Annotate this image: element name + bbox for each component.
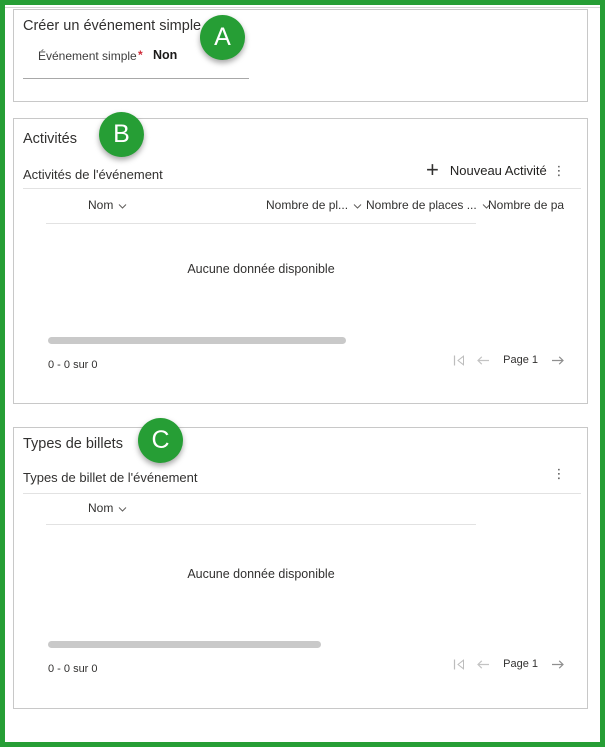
column-header-nom[interactable]: Nom <box>88 198 127 212</box>
annotation-badge-b: B <box>99 112 144 157</box>
empty-grid-message: Aucune donnée disponible <box>46 262 476 276</box>
section-title-ticket-types: Types de billets <box>23 436 123 452</box>
column-header-nombre-de-places[interactable]: Nombre de places ... <box>366 198 491 212</box>
horizontal-scrollbar[interactable] <box>48 641 321 648</box>
column-header-nom[interactable]: Nom <box>88 501 127 515</box>
column-header-nombre-de-par[interactable]: Nombre de par <box>488 198 564 212</box>
more-commands-icon[interactable]: ⋮ <box>552 467 566 483</box>
grid-row-divider <box>46 223 476 224</box>
subgrid-title-activities: Activités de l'événement <box>23 167 163 182</box>
column-label: Nombre de places ... <box>366 198 477 212</box>
first-page-icon[interactable] <box>452 355 465 366</box>
new-activity-button-label: Nouveau Activité <box>450 163 547 178</box>
field-underline <box>23 78 249 79</box>
chevron-down-icon <box>353 204 362 209</box>
chevron-down-icon <box>118 204 127 209</box>
page-number-label: Page 1 <box>501 658 540 670</box>
page-number-label: Page 1 <box>501 354 540 366</box>
grid-row-divider <box>46 524 476 525</box>
empty-grid-message: Aucune donnée disponible <box>46 567 476 581</box>
previous-page-icon[interactable] <box>476 355 490 366</box>
column-label: Nom <box>88 198 113 212</box>
subgrid-title-ticket-types: Types de billet de l'événement <box>23 470 197 485</box>
next-page-icon[interactable] <box>551 355 565 366</box>
section-ticket-types: Types de billets Types de billet de l'év… <box>13 427 588 709</box>
subgrid-header-divider <box>23 493 581 494</box>
record-count: 0 - 0 sur 0 <box>48 359 98 371</box>
subgrid-header-divider <box>23 188 581 189</box>
section-activities: Activités Activités de l'événement + Nou… <box>13 118 588 404</box>
annotation-badge-c: C <box>138 418 183 463</box>
annotation-badge-a: A <box>200 15 245 60</box>
record-count: 0 - 0 sur 0 <box>48 663 98 675</box>
form-page: Créer un événement simple Événement simp… <box>0 0 605 747</box>
column-header-nombre-de-pl[interactable]: Nombre de pl... <box>266 198 362 212</box>
first-page-icon[interactable] <box>452 659 465 670</box>
horizontal-scrollbar[interactable] <box>48 337 346 344</box>
next-page-icon[interactable] <box>551 659 565 670</box>
plus-icon: + <box>426 160 439 180</box>
previous-page-icon[interactable] <box>476 659 490 670</box>
section-title-simple-event: Créer un événement simple <box>23 18 201 34</box>
new-activity-button[interactable]: + Nouveau Activité <box>426 160 547 180</box>
more-commands-icon[interactable]: ⋮ <box>552 164 566 180</box>
section-create-simple-event: Créer un événement simple Événement simp… <box>13 9 588 102</box>
column-label: Nom <box>88 501 113 515</box>
column-label: Nombre de par <box>488 198 564 212</box>
top-divider <box>5 7 600 8</box>
section-title-activities: Activités <box>23 131 77 147</box>
field-label-evenement-simple: Événement simple <box>38 49 137 63</box>
chevron-down-icon <box>118 507 127 512</box>
grid-pagination: Page 1 <box>452 658 565 670</box>
grid-pagination: Page 1 <box>452 354 565 366</box>
field-value-evenement-simple[interactable]: Non <box>153 48 177 62</box>
column-label: Nombre de pl... <box>266 198 348 212</box>
required-asterisk: * <box>138 48 143 62</box>
